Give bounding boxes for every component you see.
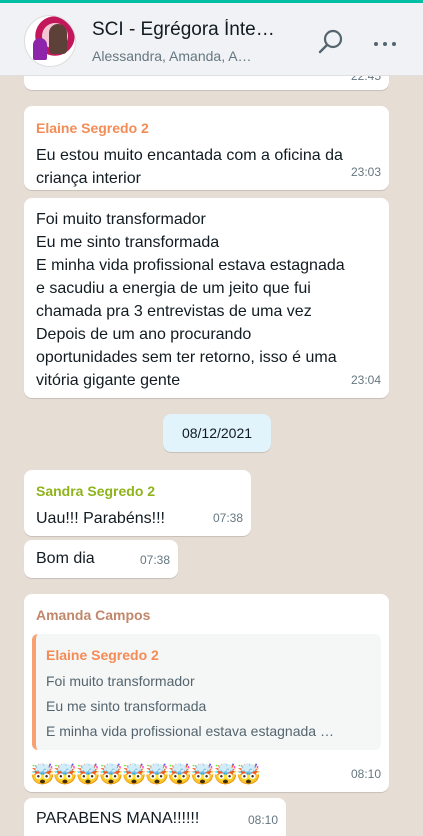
chat-title[interactable]: SCI - Egrégora Ínte… [92, 19, 307, 41]
message-time: 08:10 [247, 813, 278, 827]
message-bubble[interactable]: PARABENS MANA!!!!!! 08:10 [24, 798, 286, 836]
message-time: 07:38 [139, 553, 170, 567]
message-time: 23:04 [350, 373, 381, 387]
message-bubble[interactable]: Elaine Segredo 2 Eu estou muito encantad… [24, 106, 389, 190]
date-separator: 08/12/2021 [163, 414, 271, 452]
message-bubble[interactable]: Bom dia 07:38 [24, 540, 178, 578]
quoted-line: E minha vida profissional estava estagna… [46, 723, 334, 739]
message-sender[interactable]: Elaine Segredo 2 [36, 117, 377, 140]
quoted-sender: Elaine Segredo 2 [46, 647, 159, 663]
quoted-message[interactable]: Elaine Segredo 2 Foi muito transformador… [32, 634, 381, 750]
message-sender[interactable]: Sandra Segredo 2 [36, 480, 239, 503]
message-list[interactable]: 22:45 Elaine Segredo 2 Eu estou muito en… [0, 76, 423, 836]
quoted-line: Foi muito transformador [46, 673, 195, 689]
message-bubble[interactable]: Amanda Campos Elaine Segredo 2 Foi muito… [24, 594, 389, 792]
message-bubble[interactable]: 22:45 [24, 76, 389, 90]
message-text: Eu estou muito encantada com a oficina d… [36, 147, 343, 187]
search-icon[interactable] [316, 27, 346, 57]
message-text: Foi muito transformador Eu me sinto tran… [36, 211, 345, 389]
message-time: 23:03 [350, 165, 381, 179]
message-time: 08:10 [350, 767, 381, 781]
message-time: 07:38 [212, 511, 243, 525]
message-bubble[interactable]: Sandra Segredo 2 Uau!!! Parabéns!!! 07:3… [24, 470, 251, 536]
chat-participants[interactable]: Alessandra, Amanda, A… [92, 48, 282, 64]
group-avatar[interactable] [24, 15, 76, 67]
message-bubble[interactable]: Foi muito transformador Eu me sinto tran… [24, 198, 389, 398]
message-text: Uau!!! Parabéns!!! [36, 510, 165, 527]
message-time: 22:45 [350, 76, 381, 83]
emoji-row: 🤯🤯🤯🤯🤯🤯🤯🤯🤯🤯 [30, 764, 261, 786]
message-sender[interactable]: Amanda Campos [36, 604, 377, 627]
more-options-icon[interactable] [374, 33, 404, 49]
quoted-line: Eu me sinto transformada [46, 698, 207, 714]
message-text: PARABENS MANA!!!!!! [36, 810, 200, 827]
avatar-figure-right [49, 24, 67, 54]
chat-header[interactable]: SCI - Egrégora Ínte… Alessandra, Amanda,… [0, 3, 423, 76]
avatar-figure-left [33, 38, 47, 60]
